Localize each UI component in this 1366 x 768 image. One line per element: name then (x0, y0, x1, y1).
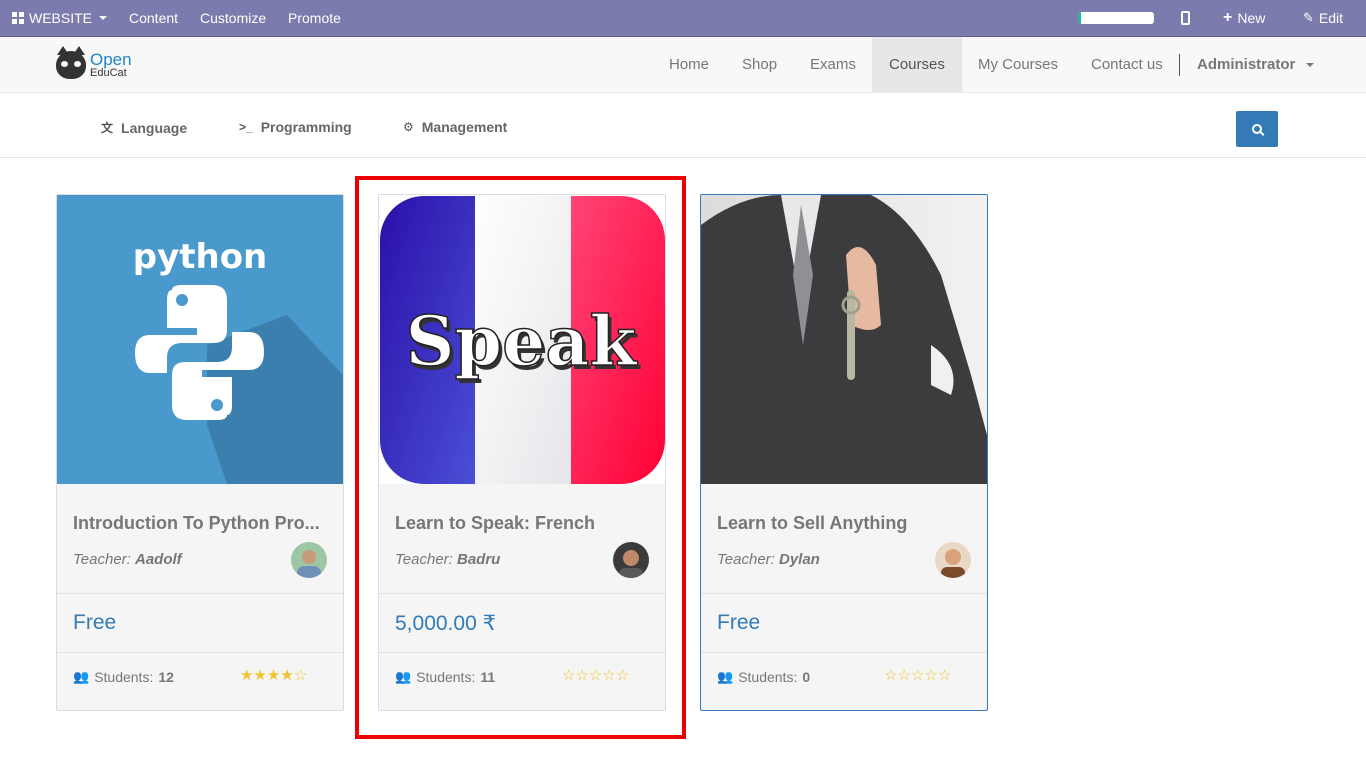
nav-shop[interactable]: Shop (725, 37, 794, 92)
students-count: 👥 Students: 11 (395, 669, 496, 685)
course-title[interactable]: Learn to Speak: French (395, 513, 651, 534)
logo-text-educat: EduCat (90, 67, 127, 79)
gear-icon: ⚙ (403, 120, 414, 134)
pencil-icon: ✎ (1303, 10, 1314, 25)
mobile-preview-button[interactable] (1181, 11, 1190, 25)
star-filled-icon: ★ (240, 667, 254, 684)
speak-thumbnail-text: Speak (405, 302, 638, 382)
edit-button[interactable]: ✎ Edit (1303, 10, 1343, 26)
course-rating-stars: ☆☆☆☆☆ (884, 666, 951, 684)
nav-divider (1179, 54, 1180, 76)
students-count: 👥 Students: 0 (717, 669, 811, 685)
user-name: Administrator (1197, 56, 1296, 73)
main-navbar: Open EduCat Home Shop Exams Courses My C… (0, 37, 1366, 93)
user-menu[interactable]: Administrator (1197, 37, 1314, 92)
card-divider (57, 652, 343, 653)
promote-menu[interactable]: Promote (288, 10, 341, 26)
course-card[interactable]: Learn to Sell Anything Teacher: Dylan Fr… (700, 194, 988, 711)
card-divider (701, 652, 987, 653)
course-thumbnail-sell[interactable] (701, 195, 987, 484)
search-icon (1252, 124, 1262, 134)
category-language-label: Language (121, 119, 188, 136)
caret-down-icon (99, 16, 108, 20)
course-card[interactable]: Speak Speak Learn to Speak: French Teach… (378, 194, 666, 711)
plus-icon: + (1223, 9, 1233, 26)
course-rating-stars: ☆☆☆☆☆ (562, 666, 629, 684)
course-price: Free (73, 611, 117, 634)
language-icon: 文 (101, 121, 114, 135)
teacher-avatar (291, 542, 327, 578)
star-empty-icon: ☆ (615, 667, 630, 684)
edit-button-label: Edit (1318, 10, 1344, 26)
star-empty-icon: ☆ (588, 667, 603, 684)
students-count: 👥 Students: 12 (73, 669, 174, 685)
course-teacher: Teacher: Dylan (717, 551, 820, 568)
nav-my-courses[interactable]: My Courses (961, 37, 1075, 92)
card-divider (701, 593, 987, 594)
star-empty-icon: ☆ (575, 667, 589, 684)
star-empty-icon: ☆ (293, 667, 308, 684)
course-teacher: Teacher: Badru (395, 551, 501, 568)
category-management-label: Management (421, 119, 508, 135)
teacher-avatar (613, 542, 649, 578)
users-icon: 👥 (395, 669, 412, 684)
nav-exams[interactable]: Exams (793, 37, 873, 92)
star-empty-icon: ☆ (562, 667, 576, 684)
card-divider (379, 593, 665, 594)
card-divider (57, 593, 343, 594)
star-empty-icon: ☆ (924, 667, 938, 684)
card-divider (379, 652, 665, 653)
new-button-label: New (1237, 10, 1266, 26)
website-admin-bar: WEBSITE Content Customize Promote + New … (0, 0, 1366, 37)
category-management[interactable]: ⚙ Management (403, 119, 507, 135)
logo-text-open: Open (90, 50, 132, 69)
category-programming[interactable]: >_ Programming (239, 119, 352, 135)
python-thumbnail-text: python (133, 237, 268, 277)
star-filled-icon: ★ (253, 667, 267, 684)
progress-fill (1078, 12, 1082, 24)
star-filled-icon: ★ (280, 667, 294, 684)
nav-contact-us[interactable]: Contact us (1074, 37, 1180, 92)
customize-menu[interactable]: Customize (200, 10, 266, 26)
star-empty-icon: ☆ (937, 667, 952, 684)
website-menu[interactable]: WEBSITE (12, 10, 108, 26)
users-icon: 👥 (717, 669, 734, 684)
content-menu[interactable]: Content (129, 10, 178, 26)
mobile-icon (1181, 11, 1190, 25)
star-empty-icon: ☆ (884, 667, 898, 684)
course-title[interactable]: Introduction To Python Pro... (73, 513, 329, 534)
cat-logo-icon (56, 46, 86, 79)
users-icon: 👥 (73, 669, 90, 684)
category-language[interactable]: 文 Language (101, 119, 187, 136)
openeducat-logo[interactable]: Open EduCat (56, 46, 132, 79)
star-empty-icon: ☆ (897, 667, 911, 684)
course-card[interactable]: python Introduction To Python Pro... Tea… (56, 194, 344, 711)
teacher-avatar (935, 542, 971, 578)
search-button[interactable] (1236, 111, 1278, 147)
progress-bar (1078, 12, 1154, 24)
star-empty-icon: ☆ (602, 667, 616, 684)
terminal-icon: >_ (239, 120, 253, 134)
course-price: 5,000.00 ₹ (395, 612, 496, 635)
course-title[interactable]: Learn to Sell Anything (717, 513, 973, 534)
nav-courses[interactable]: Courses (872, 37, 962, 92)
caret-down-icon (1305, 63, 1314, 68)
nav-home[interactable]: Home (652, 37, 726, 92)
website-menu-label: WEBSITE (29, 10, 93, 26)
course-category-bar: 文 Language >_ Programming ⚙ Management (0, 93, 1366, 158)
category-programming-label: Programming (260, 119, 352, 135)
course-price: Free (717, 611, 761, 634)
course-thumbnail-french[interactable]: Speak Speak (379, 195, 665, 484)
new-button[interactable]: + New (1223, 9, 1266, 27)
course-thumbnail-python[interactable]: python (57, 195, 343, 484)
grid-icon (12, 12, 24, 24)
course-teacher: Teacher: Aadolf (73, 551, 182, 568)
star-filled-icon: ★ (266, 667, 281, 684)
course-rating-stars: ★★★★☆ (240, 666, 307, 684)
star-empty-icon: ☆ (910, 667, 925, 684)
